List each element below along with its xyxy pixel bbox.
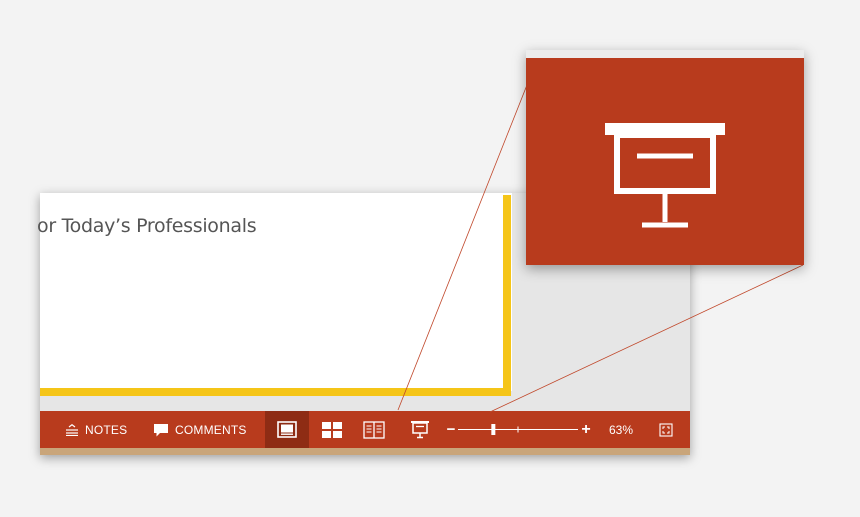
slide-accent-bar-right: [503, 195, 511, 391]
comments-label: COMMENTS: [175, 422, 247, 437]
status-bar-edge: [40, 448, 690, 455]
notes-button[interactable]: NOTES: [65, 411, 127, 448]
fit-to-window-icon: [659, 422, 673, 437]
reading-view-icon: [363, 420, 385, 439]
status-bar: NOTES COMMENTS − + 63%: [40, 411, 690, 448]
notes-label: NOTES: [85, 422, 128, 437]
slide-sorter-button[interactable]: [319, 411, 345, 448]
normal-view-button[interactable]: [265, 411, 309, 448]
slideshow-icon-magnified: [602, 120, 728, 237]
zoom-slider[interactable]: [458, 411, 578, 448]
zoom-callout-top-strip: [526, 50, 804, 58]
zoom-callout-panel: [526, 50, 804, 265]
zoom-in-button[interactable]: +: [579, 411, 593, 448]
zoom-out-button[interactable]: −: [445, 411, 457, 448]
reading-view-button[interactable]: [362, 411, 386, 448]
comments-button[interactable]: COMMENTS: [153, 411, 247, 448]
slide-sorter-icon: [321, 421, 343, 439]
normal-view-icon: [277, 421, 297, 438]
slideshow-button[interactable]: [408, 411, 432, 448]
slide-accent-bar-bottom: [40, 388, 511, 396]
notes-icon: [65, 423, 79, 436]
comment-bubble-icon: [153, 423, 169, 437]
zoom-level-label[interactable]: 63%: [609, 411, 633, 448]
slide-canvas[interactable]: or Today’s Professionals: [37, 193, 512, 396]
slideshow-icon: [410, 420, 430, 440]
slide-title-text[interactable]: or Today’s Professionals: [37, 215, 257, 237]
zoom-slider-track: [458, 424, 578, 435]
zoom-slider-thumb[interactable]: [491, 424, 496, 435]
fit-to-window-button[interactable]: [657, 411, 675, 448]
